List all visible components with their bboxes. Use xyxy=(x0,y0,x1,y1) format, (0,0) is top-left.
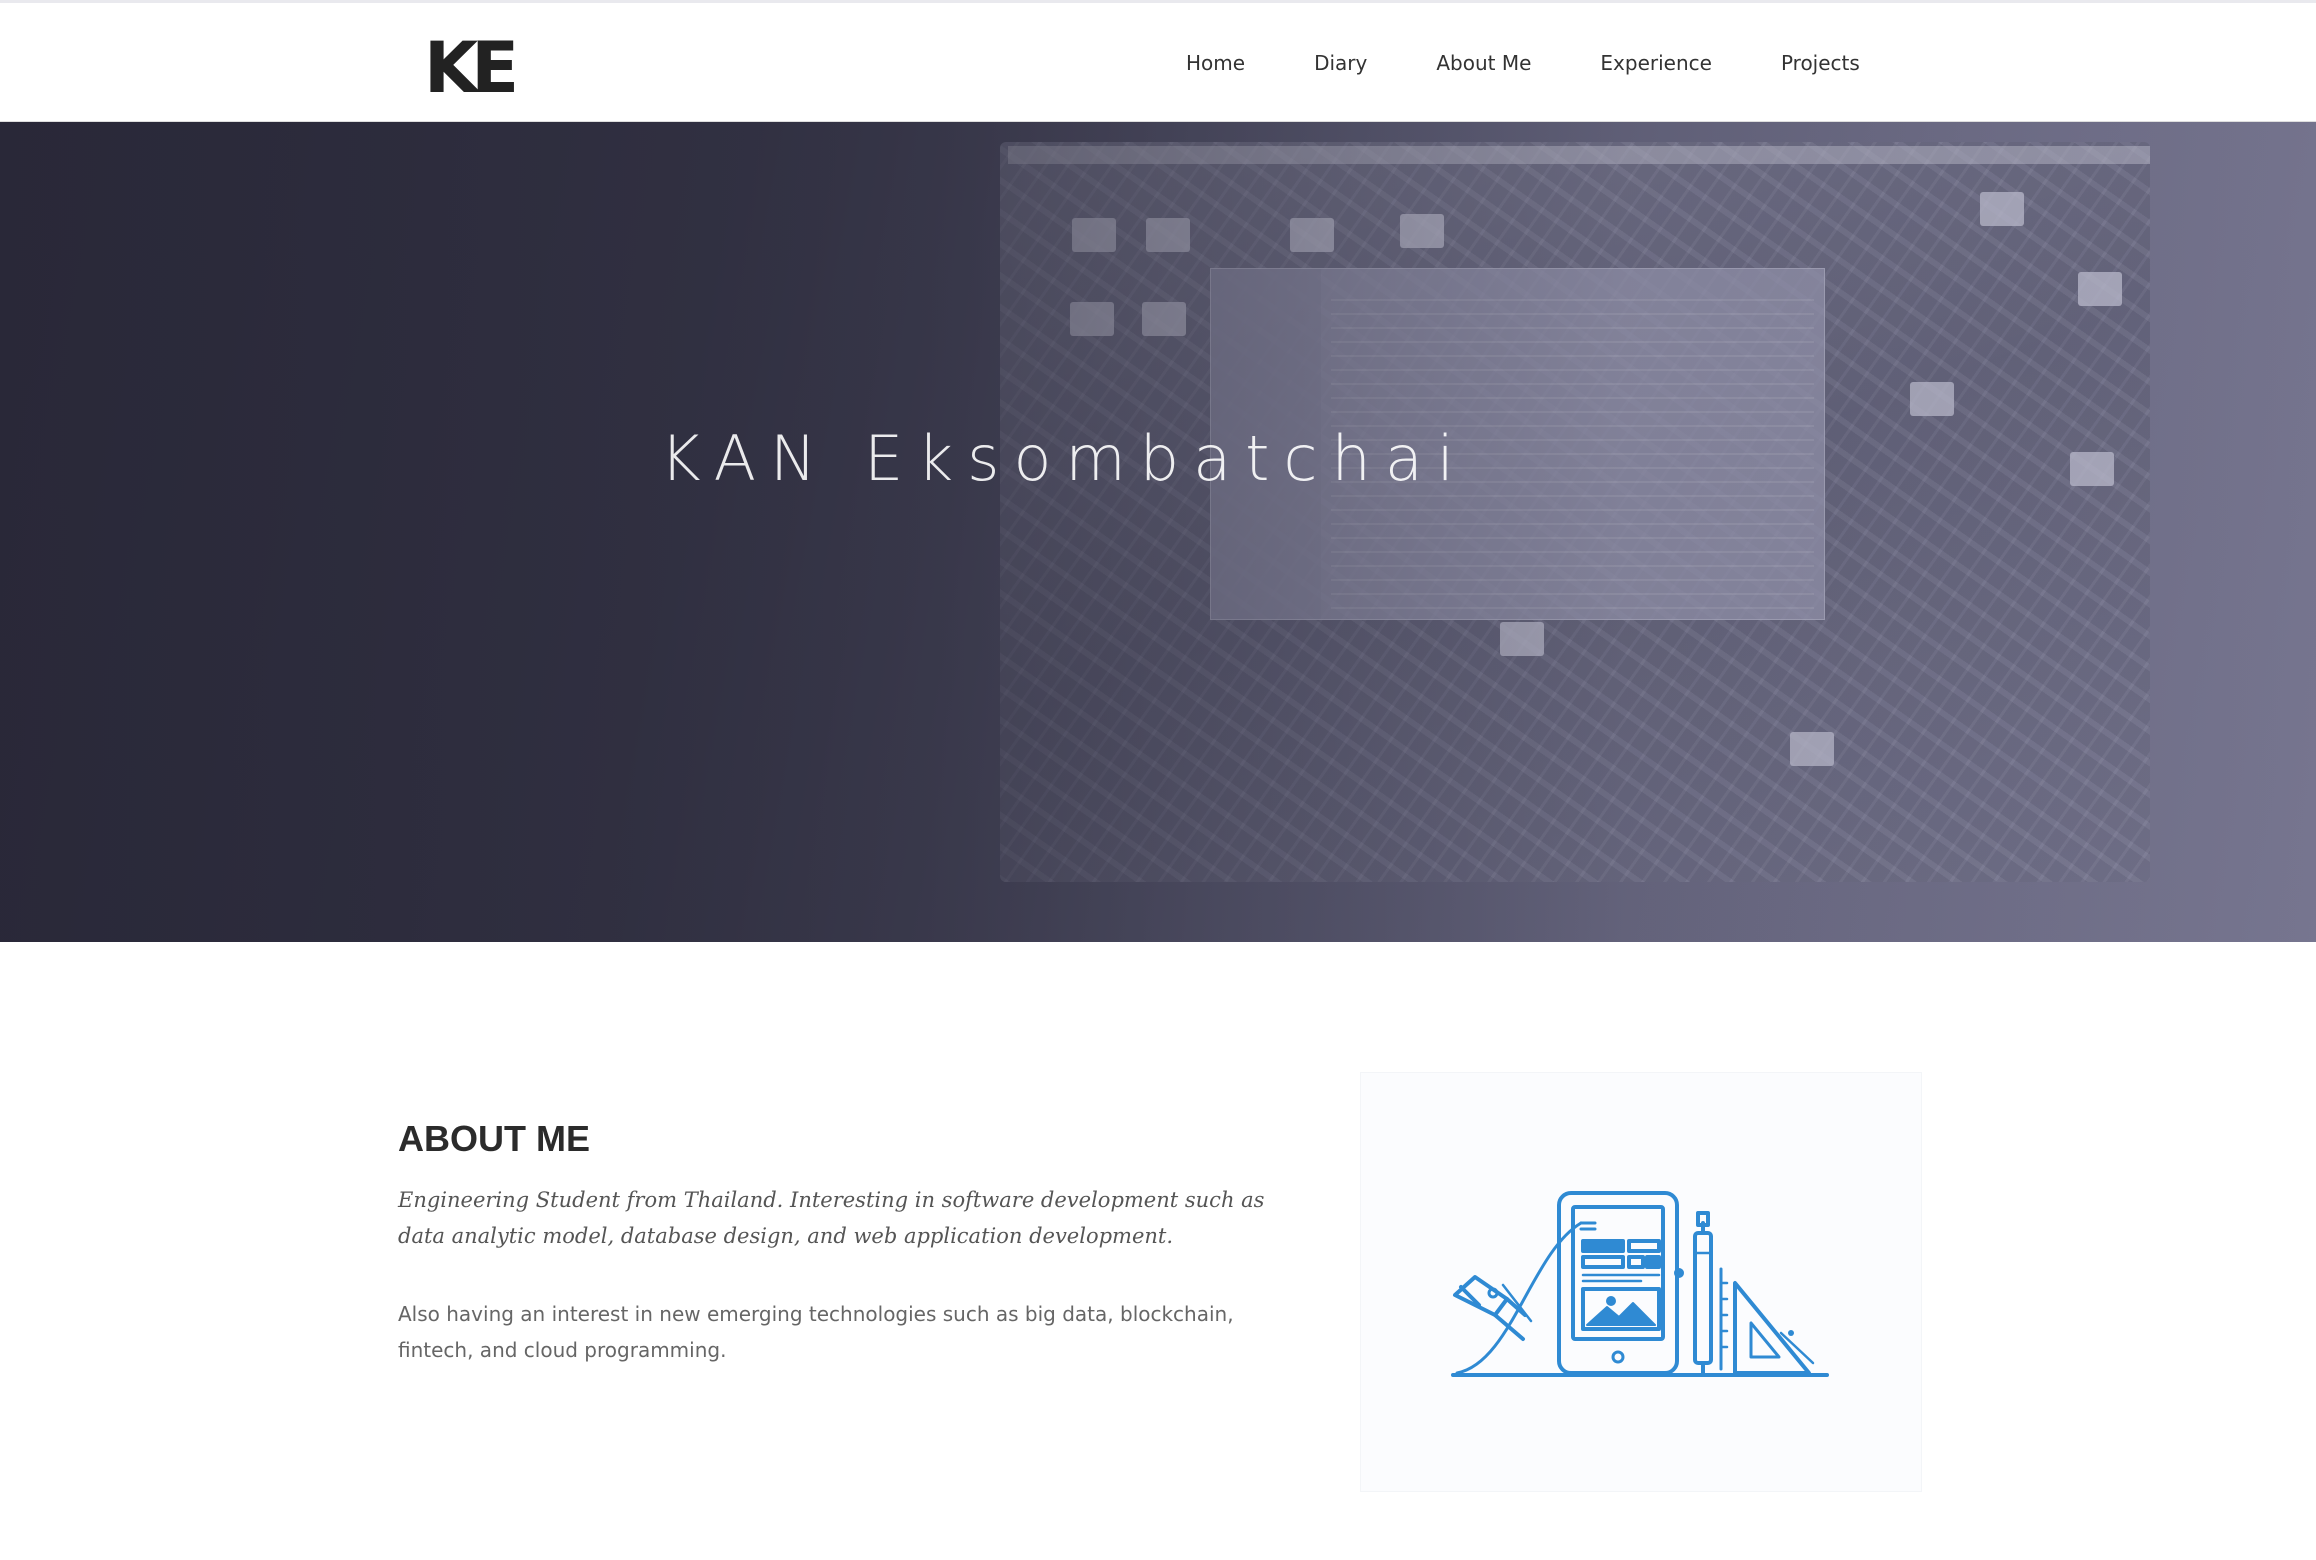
nav-home[interactable]: Home xyxy=(1186,51,1245,75)
about-illustration xyxy=(1360,1072,1922,1492)
hero-title: KAN Eksombatchai xyxy=(660,422,1469,495)
main-nav: Home Diary About Me Experience Projects xyxy=(1186,51,1860,75)
nav-about-me[interactable]: About Me xyxy=(1436,51,1531,75)
nav-projects[interactable]: Projects xyxy=(1781,51,1860,75)
design-tools-illustration-icon xyxy=(1451,1191,1829,1377)
site-header: KE Home Diary About Me Experience Projec… xyxy=(0,0,2316,122)
about-lead-text: Engineering Student from Thailand. Inter… xyxy=(398,1188,1265,1248)
nav-experience[interactable]: Experience xyxy=(1600,51,1712,75)
about-heading: ABOUT ME xyxy=(398,1118,590,1159)
hero-banner: KAN Eksombatchai xyxy=(0,122,2316,942)
site-logo[interactable]: KE xyxy=(424,33,519,103)
nav-diary[interactable]: Diary xyxy=(1314,51,1367,75)
about-body-text: Also having an interest in new emerging … xyxy=(398,1302,1234,1362)
hero-overlay xyxy=(0,122,2316,942)
